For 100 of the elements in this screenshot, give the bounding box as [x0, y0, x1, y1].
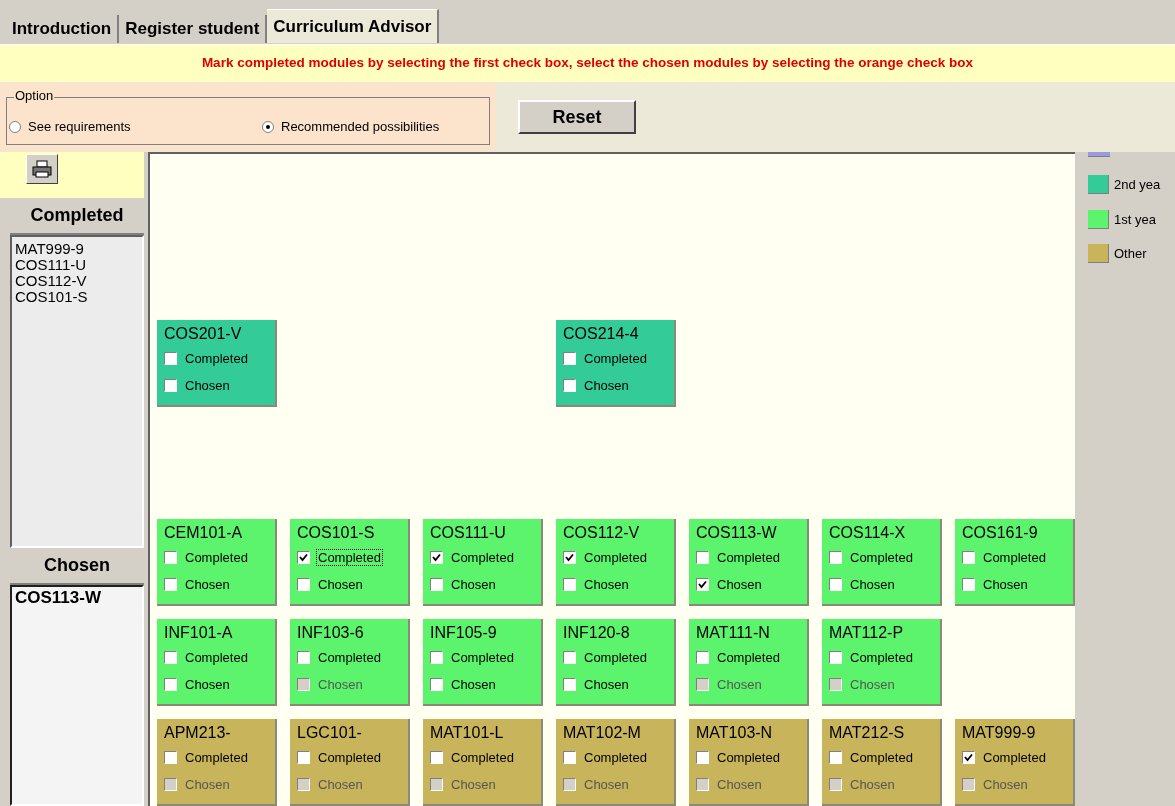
module-code: CEM101-A — [164, 523, 244, 543]
module-code: MAT111-N — [696, 623, 771, 643]
printer-icon — [32, 160, 52, 178]
checkbox-label: Chosen — [849, 577, 896, 592]
checkbox[interactable] — [829, 651, 842, 664]
radio-button[interactable] — [262, 121, 274, 133]
checkbox[interactable] — [297, 551, 310, 564]
checkbox-label: Completed — [583, 350, 648, 367]
checkbox[interactable] — [563, 651, 576, 664]
checkbox-label: Completed — [849, 749, 914, 766]
checkbox-label: Completed — [716, 549, 781, 566]
legend-label: 1st yea — [1114, 210, 1156, 229]
checkbox-label: Chosen — [184, 677, 231, 692]
module-code: APM213- — [164, 723, 232, 743]
checkbox[interactable] — [164, 751, 177, 764]
checkbox-label: Chosen — [716, 777, 763, 792]
checkbox[interactable] — [164, 379, 177, 392]
module-code: MAT101-L — [430, 723, 505, 743]
list-item[interactable]: MAT999-9 — [15, 241, 142, 257]
module-code: INF103-6 — [297, 623, 365, 643]
checkbox[interactable] — [430, 751, 443, 764]
checkbox-label: Completed — [317, 649, 382, 666]
checkbox[interactable] — [962, 551, 975, 564]
checkbox[interactable] — [563, 352, 576, 365]
checkbox-label: Completed — [184, 749, 249, 766]
checkbox[interactable] — [430, 578, 443, 591]
module-code: INF101-A — [164, 623, 234, 643]
checkbox-label: Chosen — [184, 378, 231, 393]
checkbox[interactable] — [164, 678, 177, 691]
checkbox[interactable] — [430, 551, 443, 564]
list-item[interactable]: COS101-S — [15, 289, 142, 305]
checkbox[interactable] — [962, 751, 975, 764]
print-button[interactable] — [26, 154, 58, 184]
checkbox[interactable] — [696, 578, 709, 591]
checkbox-label: Completed — [849, 549, 914, 566]
checkbox[interactable] — [696, 651, 709, 664]
checkbox[interactable] — [164, 551, 177, 564]
checkbox[interactable] — [164, 352, 177, 365]
checkbox-label: Chosen — [583, 677, 630, 692]
module-code: MAT112-P — [829, 623, 905, 643]
module-code: MAT999-9 — [962, 723, 1037, 743]
radio-option[interactable]: See requirements — [9, 117, 262, 137]
module-code: MAT102-M — [563, 723, 642, 743]
checkbox-label: Chosen — [317, 577, 364, 592]
checkbox-label: Chosen — [450, 577, 497, 592]
checkbox[interactable] — [563, 678, 576, 691]
module-code: COS114-X — [829, 523, 907, 543]
list-item[interactable]: COS112-V — [15, 273, 142, 289]
instruction-banner: Mark completed modules by selecting the first check box, select the chosen modules by selecting the orange check box — [0, 44, 1175, 82]
checkbox-label: Chosen — [184, 577, 231, 592]
checkbox[interactable] — [696, 551, 709, 564]
module-code: COS201-V — [164, 324, 243, 344]
module-code: MAT212-S — [829, 723, 906, 743]
checkbox[interactable] — [164, 578, 177, 591]
checkbox-label: Chosen — [317, 777, 364, 792]
checkbox-label: Completed — [184, 549, 249, 566]
list-item[interactable]: COS111-U — [15, 257, 142, 273]
checkbox-label: Completed — [716, 749, 781, 766]
module-code: INF105-9 — [430, 623, 498, 643]
checkbox[interactable] — [829, 551, 842, 564]
list-item[interactable]: COS113-W — [15, 588, 142, 607]
checkbox[interactable] — [829, 578, 842, 591]
checkbox-label: Chosen — [716, 677, 763, 692]
checkbox[interactable] — [962, 578, 975, 591]
checkbox-label: Completed — [982, 749, 1047, 766]
checkbox[interactable] — [430, 651, 443, 664]
module-code: INF120-8 — [563, 623, 631, 643]
checkbox[interactable] — [297, 651, 310, 664]
reset-button[interactable]: Reset — [518, 100, 636, 134]
checkbox-label: Completed — [450, 549, 515, 566]
checkbox[interactable] — [563, 379, 576, 392]
checkbox-label: Completed — [184, 350, 249, 367]
checkbox[interactable] — [297, 578, 310, 591]
checkbox-label: Completed — [316, 549, 383, 566]
checkbox-label: Chosen — [583, 777, 630, 792]
checkbox-label: Completed — [849, 649, 914, 666]
checkbox[interactable] — [829, 751, 842, 764]
checkbox-label: Completed — [583, 549, 648, 566]
checkbox[interactable] — [563, 751, 576, 764]
checkbox[interactable] — [430, 678, 443, 691]
checkbox-label: Chosen — [317, 677, 364, 692]
checkbox-label: Chosen — [450, 677, 497, 692]
tab[interactable]: Curriculum Advisor — [267, 9, 440, 43]
radio-option[interactable]: Recommended possibilities — [262, 117, 440, 137]
radio-button[interactable] — [9, 121, 21, 133]
checkbox-label: Completed — [450, 749, 515, 766]
checkbox[interactable] — [696, 751, 709, 764]
checkbox-label: Chosen — [583, 577, 630, 592]
checkbox[interactable] — [563, 551, 576, 564]
checkbox[interactable] — [563, 578, 576, 591]
module-code: COS113-W — [696, 523, 778, 543]
checkbox[interactable] — [297, 751, 310, 764]
legend-label: 2nd yea — [1114, 176, 1161, 194]
checkbox-label: Chosen — [184, 777, 231, 792]
checkbox-label: Chosen — [583, 378, 630, 393]
module-code: LGC101- — [297, 723, 363, 743]
checkbox[interactable] — [164, 651, 177, 664]
checkbox-label: Completed — [450, 649, 515, 666]
module-code: COS111-U — [430, 523, 507, 543]
module-code: COS161-9 — [962, 523, 1039, 543]
